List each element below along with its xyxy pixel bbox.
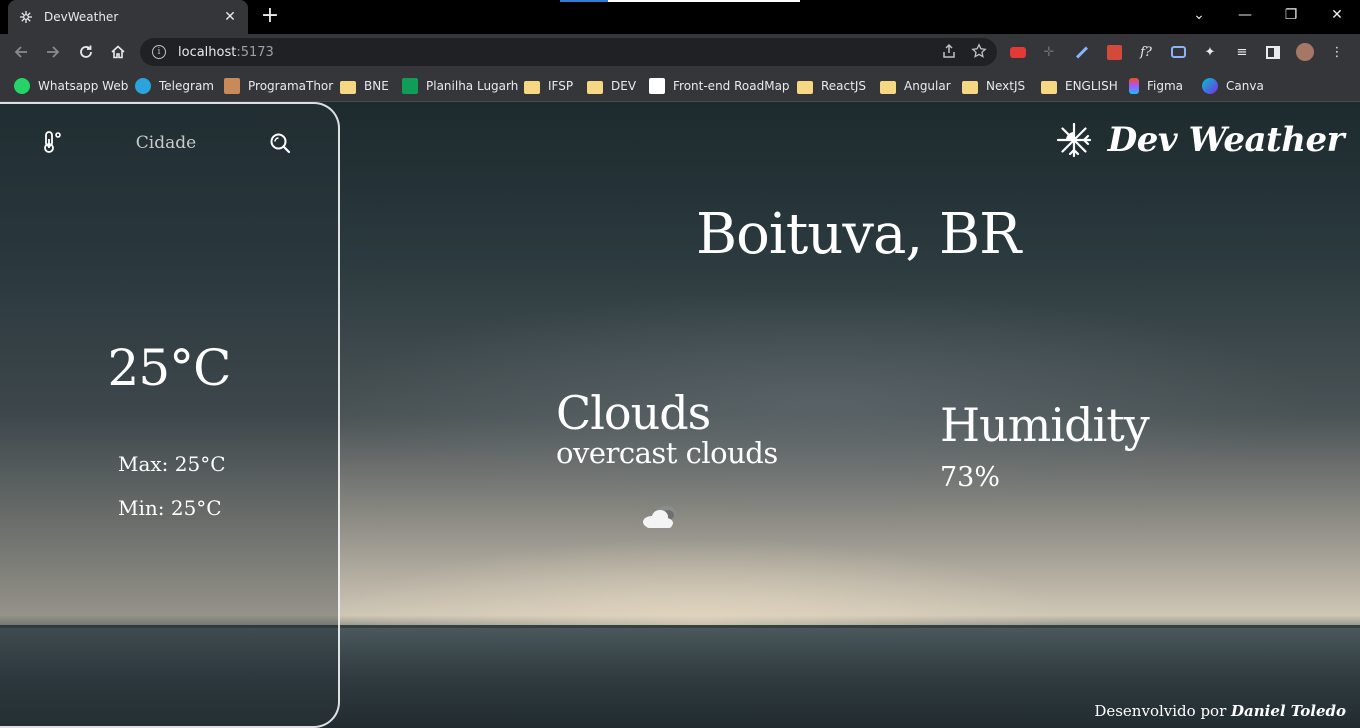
menu-kebab-icon[interactable]: ⋮ — [1326, 41, 1348, 63]
restore-button[interactable]: ❐ — [1268, 0, 1314, 30]
site-info-icon[interactable]: i — [152, 45, 166, 59]
brand-title: Dev Weather — [1107, 120, 1345, 160]
reload-icon — [80, 45, 92, 58]
telegram-icon — [135, 78, 151, 94]
figma-icon — [1129, 78, 1139, 94]
side-panel-icon[interactable] — [1262, 41, 1284, 63]
extensions-icon[interactable]: ✦ — [1199, 41, 1221, 63]
bookmark-nextjs[interactable]: NextJS — [962, 77, 1025, 95]
sheets-icon — [402, 78, 418, 94]
search-button[interactable] — [268, 132, 292, 156]
close-tab-icon[interactable]: ✕ — [222, 9, 238, 25]
city-search-input[interactable] — [96, 128, 236, 158]
humidity-label: Humidity — [940, 398, 1150, 452]
folder-icon — [880, 80, 896, 94]
reading-list-icon[interactable]: ≡ — [1231, 41, 1253, 63]
folder-icon — [340, 80, 356, 94]
bookmark-whatsapp[interactable]: Whatsapp Web — [14, 77, 128, 95]
puzzle-red-ext-icon[interactable] — [1103, 41, 1125, 63]
share-icon[interactable] — [941, 43, 957, 59]
max-temperature: Max: 25°C — [118, 452, 226, 476]
bookmark-angular[interactable]: Angular — [880, 77, 951, 95]
footer-prefix: Desenvolvido por — [1094, 702, 1232, 720]
folder-icon — [524, 80, 540, 94]
address-bar[interactable]: i localhost:5173 — [140, 38, 997, 66]
canva-icon — [1202, 78, 1218, 94]
min-temperature: Min: 25°C — [118, 496, 222, 520]
arrow-right-icon — [47, 46, 60, 58]
bookmark-figma[interactable]: Figma — [1129, 77, 1183, 95]
url-host: localhost — [178, 44, 237, 60]
whatsapp-icon — [14, 78, 30, 94]
current-temperature: 25°C — [107, 339, 232, 397]
location-name: Boituva, BR — [696, 202, 1021, 267]
thermometer-icon — [44, 131, 61, 153]
folder-icon — [797, 80, 813, 94]
pen-ext-icon[interactable] — [1071, 41, 1093, 63]
bookmark-english[interactable]: ENGLISH — [1041, 77, 1118, 95]
weather-page: 25°C Max: 25°C Min: 25°C Dev Weather Boi… — [0, 102, 1360, 728]
bookmark-frontend-roadmap[interactable]: Front-end RoadMap — [649, 77, 790, 95]
weather-condition: Clouds — [556, 386, 711, 440]
bookmark-planilha-lugarh[interactable]: Planilha Lugarh — [402, 77, 518, 95]
youtube-ext-icon[interactable] — [1007, 41, 1029, 63]
weather-description: overcast clouds — [556, 436, 778, 470]
bookmark-dev[interactable]: DEV — [587, 77, 636, 95]
footer-credit: Desenvolvido por Daniel Toledo — [1094, 702, 1346, 720]
url-port: :5173 — [236, 44, 274, 60]
screen-ext-icon[interactable] — [1167, 41, 1189, 63]
browser-toolbar: i localhost:5173 ✛ f? ✦ ≡ ⋮ — [0, 34, 1360, 70]
minimize-button[interactable]: — — [1222, 0, 1268, 30]
bookmark-telegram[interactable]: Telegram — [135, 77, 214, 95]
tab-search-icon[interactable]: ⌄ — [1176, 0, 1222, 30]
footer-author: Daniel Toledo — [1231, 702, 1346, 720]
home-icon — [111, 45, 125, 59]
bookmarks-bar: Whatsapp Web Telegram ProgramaThor BNE P… — [0, 70, 1360, 102]
bookmark-bne[interactable]: BNE — [340, 77, 389, 95]
bookmark-canva[interactable]: Canva — [1202, 77, 1264, 95]
bookmark-ifsp[interactable]: IFSP — [524, 77, 573, 95]
profile-avatar[interactable] — [1294, 41, 1316, 63]
bookmark-programathor[interactable]: ProgramaThor — [224, 77, 333, 95]
cloud-icon — [643, 506, 676, 528]
search-panel: 25°C Max: 25°C Min: 25°C — [0, 102, 340, 728]
search-icon — [270, 133, 291, 154]
sun-snowflake-logo-icon — [1056, 122, 1091, 158]
home-button[interactable] — [105, 39, 131, 65]
new-tab-button[interactable]: + — [258, 5, 282, 29]
hammer-icon — [224, 78, 240, 94]
back-button[interactable] — [8, 39, 34, 65]
reload-button[interactable] — [73, 39, 99, 65]
sun-snowflake-icon — [18, 9, 34, 25]
font-ext-icon[interactable]: f? — [1135, 41, 1157, 63]
bookmark-star-icon[interactable] — [971, 43, 987, 59]
tab-devweather[interactable]: DevWeather ✕ — [8, 0, 248, 34]
close-window-button[interactable]: ✕ — [1314, 0, 1360, 30]
loading-bar — [560, 0, 800, 2]
bookmark-reactjs[interactable]: ReactJS — [797, 77, 866, 95]
roadmap-icon — [649, 78, 665, 94]
arrow-left-icon — [14, 46, 27, 58]
folder-icon — [587, 80, 603, 94]
forward-button[interactable] — [40, 39, 66, 65]
tab-strip: DevWeather ✕ + ⌄ — ❐ ✕ — [0, 0, 1360, 34]
tab-title: DevWeather — [44, 10, 119, 24]
folder-icon — [962, 80, 978, 94]
humidity-value: 73% — [940, 462, 1001, 493]
app-brand: Dev Weather — [1054, 120, 1345, 160]
folder-icon — [1041, 80, 1057, 94]
move-ext-icon[interactable]: ✛ — [1038, 41, 1060, 63]
